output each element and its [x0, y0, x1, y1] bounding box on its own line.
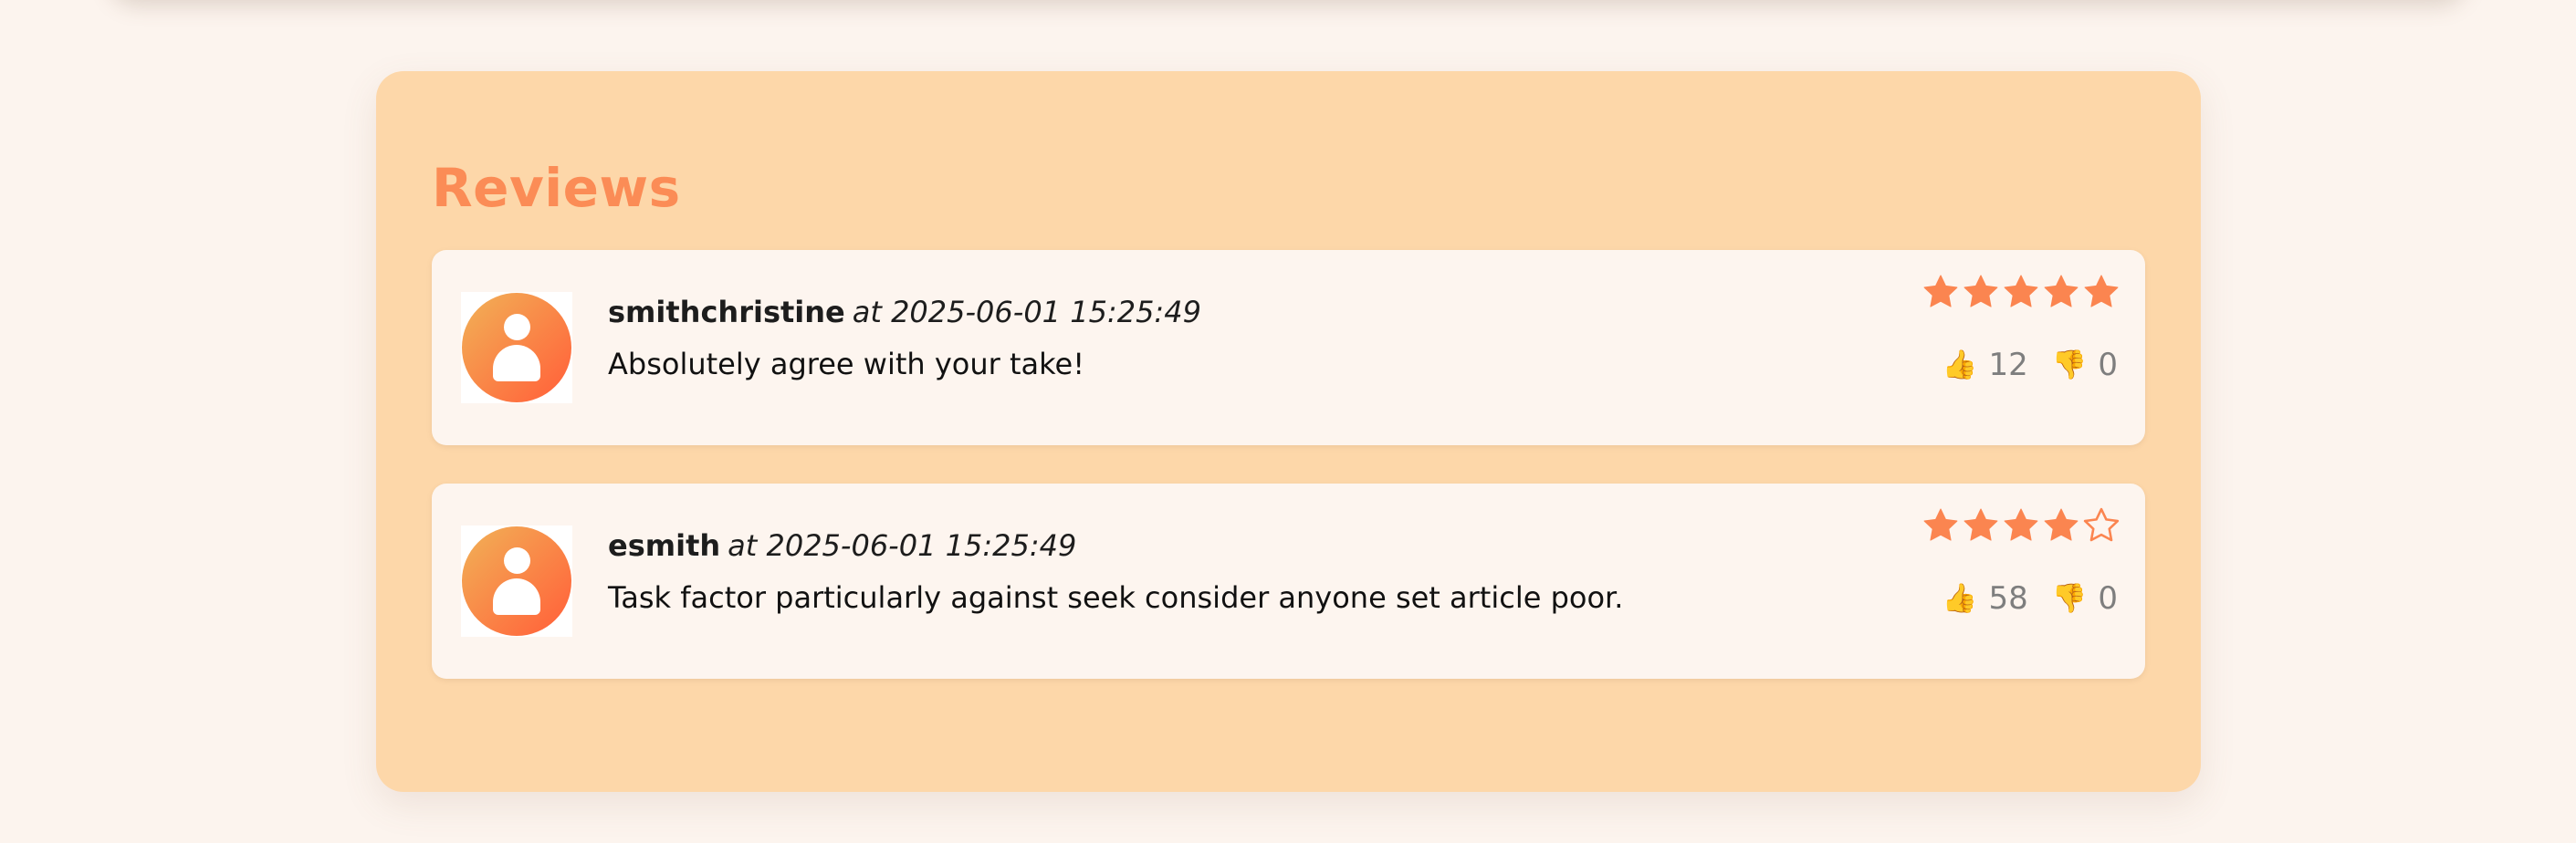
user-avatar-icon — [462, 293, 571, 402]
star-filled-icon — [2004, 275, 2038, 307]
reviews-panel: Reviews smithchristine at 2025-06-01 15:2… — [376, 71, 2201, 792]
user-avatar-icon — [462, 526, 571, 636]
avatar-head — [504, 547, 530, 574]
star-empty-icon — [2083, 507, 2120, 542]
star-filled-icon — [2044, 508, 2079, 541]
star-filled-icon — [1963, 508, 1998, 541]
avatar-head — [504, 314, 530, 340]
review-list: smithchristine at 2025-06-01 15:25:49 Abs… — [432, 250, 2145, 679]
vote-controls: 👍 58 👎 0 — [1942, 577, 2118, 620]
avatar — [461, 292, 572, 403]
star-filled-icon — [2044, 275, 2079, 307]
review-text: Task factor particularly against seek co… — [608, 580, 1624, 615]
star-filled-icon — [1923, 275, 1958, 307]
avatar-body — [493, 578, 540, 615]
review-author[interactable]: smithchristine — [608, 295, 845, 329]
avatar — [461, 526, 572, 637]
dislike-count: 0 — [2098, 347, 2118, 383]
review-meta: esmith at 2025-06-01 15:25:49 — [608, 524, 1076, 567]
thumbs-down-icon: 👎 — [2051, 349, 2088, 381]
dislike-button[interactable]: 👎 0 — [2052, 343, 2118, 387]
review-card: smithchristine at 2025-06-01 15:25:49 Abs… — [432, 250, 2145, 445]
vote-controls: 👍 12 👎 0 — [1942, 343, 2118, 387]
review-text: Absolutely agree with your take! — [608, 347, 1085, 381]
star-filled-icon — [1923, 508, 1958, 541]
like-button[interactable]: 👍 58 — [1942, 577, 2028, 620]
dislike-count: 0 — [2098, 580, 2118, 617]
review-card: esmith at 2025-06-01 15:25:49 Task factor… — [432, 484, 2145, 679]
thumbs-up-icon: 👍 — [1942, 349, 1978, 381]
review-timestamp: at 2025-06-01 15:25:49 — [852, 295, 1201, 329]
star-filled-icon — [1963, 275, 1998, 307]
thumbs-down-icon: 👎 — [2051, 582, 2088, 615]
star-rating — [1921, 272, 2121, 312]
avatar-body — [493, 345, 540, 381]
like-count: 58 — [1988, 580, 2028, 617]
star-filled-icon — [2084, 275, 2119, 307]
review-meta: smithchristine at 2025-06-01 15:25:49 — [608, 290, 1201, 334]
review-timestamp: at 2025-06-01 15:25:49 — [728, 528, 1077, 563]
like-count: 12 — [1988, 347, 2028, 383]
like-button[interactable]: 👍 12 — [1942, 343, 2028, 387]
reviews-title: Reviews — [432, 157, 681, 219]
dislike-button[interactable]: 👎 0 — [2052, 577, 2118, 620]
review-author[interactable]: esmith — [608, 528, 720, 563]
star-rating — [1921, 505, 2121, 546]
star-filled-icon — [2004, 508, 2038, 541]
thumbs-up-icon: 👍 — [1942, 582, 1978, 615]
